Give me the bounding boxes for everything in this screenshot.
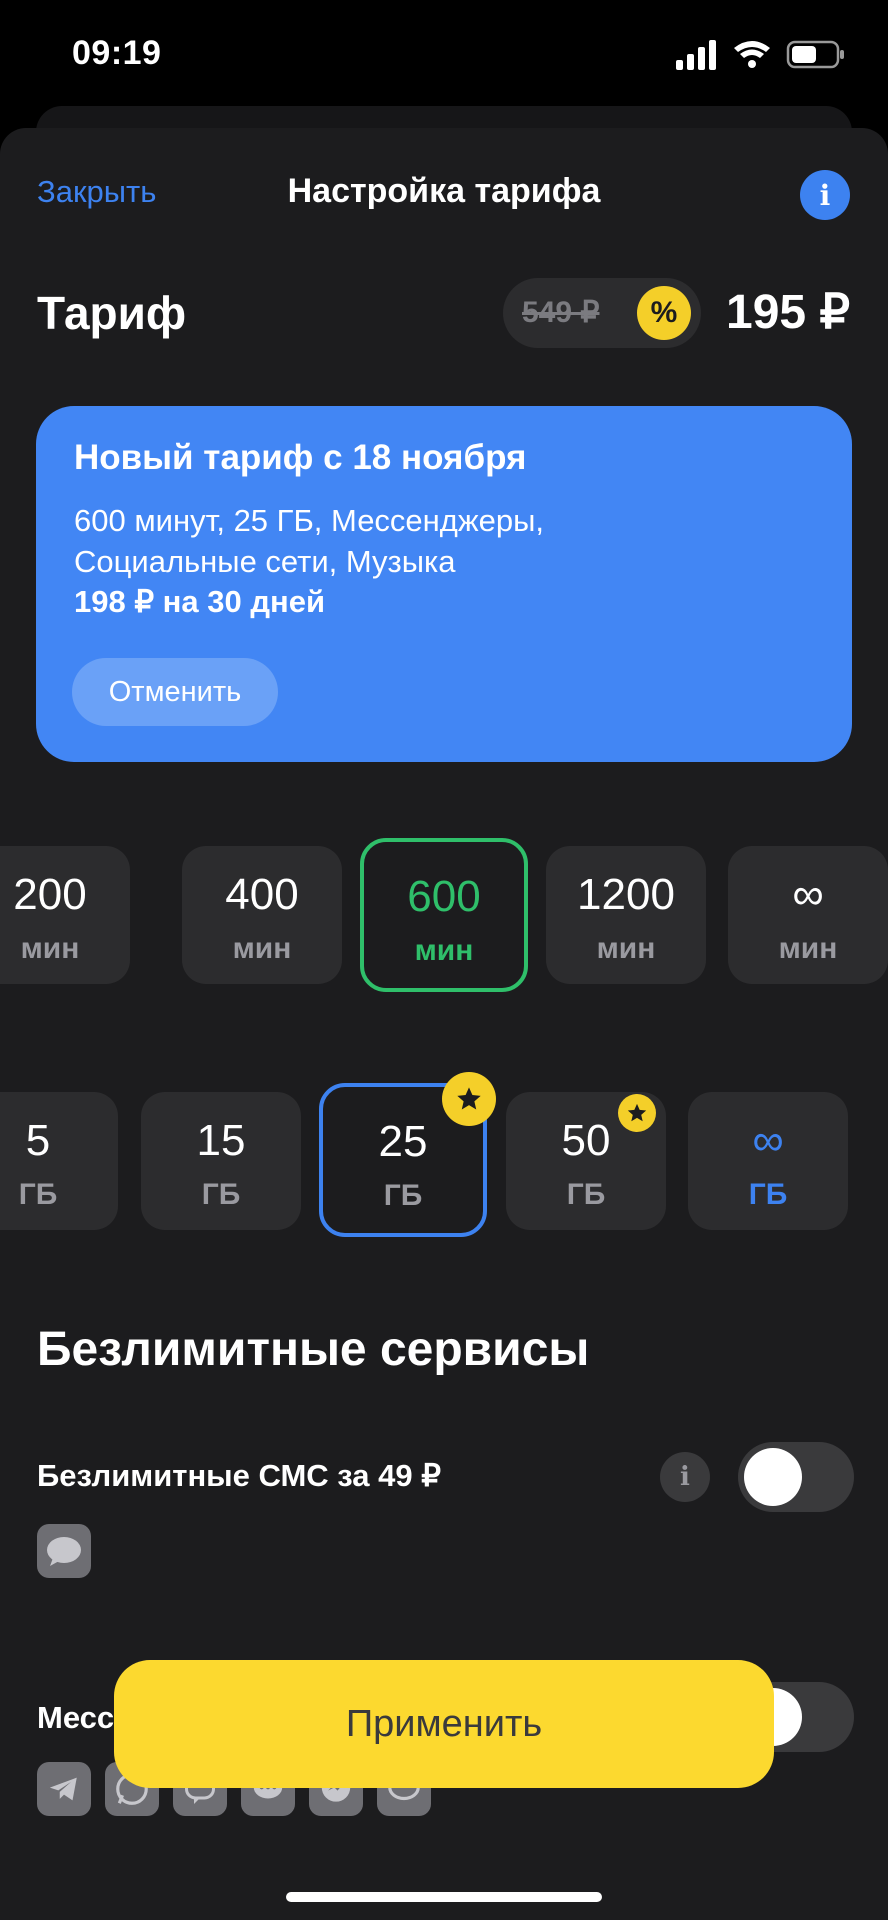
- close-button[interactable]: Закрыть: [37, 174, 156, 210]
- discount-icon: %: [637, 286, 691, 340]
- option-value: ∞: [752, 1116, 784, 1165]
- option-value: ∞: [792, 870, 824, 919]
- messengers-service-label: Месс: [37, 1700, 115, 1735]
- option-unit: мин: [20, 932, 80, 965]
- status-icons: [676, 40, 844, 70]
- option-value: 600: [407, 872, 481, 921]
- option-value: 1200: [577, 870, 675, 919]
- option-unit: мин: [414, 934, 474, 967]
- cancel-button[interactable]: Отменить: [72, 658, 278, 726]
- option-unit: мин: [778, 932, 838, 965]
- promo-price: 198 ₽ на 30 дней: [74, 584, 326, 619]
- gb-option-unlimited[interactable]: ∞ ГБ: [688, 1092, 848, 1230]
- minutes-option-200[interactable]: 200 мин: [0, 846, 130, 984]
- minutes-option-1200[interactable]: 1200 мин: [546, 846, 706, 984]
- promo-description-line: Социальные сети, Музыка: [74, 544, 456, 579]
- new-price: 195 ₽: [726, 286, 850, 339]
- apply-button[interactable]: Применить: [114, 1660, 774, 1788]
- minutes-option-400[interactable]: 400 мин: [182, 846, 342, 984]
- minutes-option-600-selected[interactable]: 600 мин: [360, 838, 528, 992]
- option-unit: мин: [232, 932, 292, 965]
- gb-option-5[interactable]: 5 ГБ: [0, 1092, 118, 1230]
- message-app-icon: [37, 1524, 91, 1578]
- old-price: 549 ₽: [522, 296, 600, 329]
- telegram-icon: [37, 1762, 91, 1816]
- info-icon[interactable]: i: [800, 170, 850, 220]
- signal-icon: [676, 40, 716, 70]
- option-unit: ГБ: [566, 1178, 606, 1211]
- option-value: 25: [378, 1117, 428, 1166]
- option-value: 15: [196, 1116, 246, 1165]
- option-unit: мин: [596, 932, 656, 965]
- services-title: Безлимитные сервисы: [37, 1323, 590, 1376]
- star-icon: [442, 1072, 496, 1126]
- option-unit: ГБ: [18, 1178, 58, 1211]
- option-unit: ГБ: [383, 1179, 423, 1212]
- option-value: 200: [13, 870, 87, 919]
- promo-description: 600 минут, 25 ГБ, Мессенджеры, Социальны…: [74, 500, 774, 582]
- home-indicator: [286, 1892, 602, 1902]
- promo-title: Новый тариф с 18 ноября: [74, 438, 527, 477]
- modal-sheet: [0, 128, 888, 1920]
- star-icon: [618, 1094, 656, 1132]
- sms-toggle[interactable]: [738, 1442, 854, 1512]
- sms-service-label: Безлимитные СМС за 49 ₽: [37, 1458, 441, 1493]
- option-unit: ГБ: [201, 1178, 241, 1211]
- option-value: 5: [25, 1116, 51, 1165]
- gb-option-15[interactable]: 15 ГБ: [141, 1092, 301, 1230]
- status-time: 09:19: [72, 34, 162, 72]
- option-unit: ГБ: [748, 1178, 788, 1211]
- wifi-icon: [734, 41, 770, 68]
- toggle-knob: [744, 1448, 802, 1506]
- info-icon[interactable]: i: [660, 1452, 710, 1502]
- minutes-option-unlimited[interactable]: ∞ мин: [728, 846, 888, 984]
- battery-icon: [786, 40, 844, 69]
- tariff-title: Тариф: [37, 287, 187, 339]
- promo-description-line: 600 минут, 25 ГБ, Мессенджеры,: [74, 503, 544, 538]
- option-value: 400: [225, 870, 299, 919]
